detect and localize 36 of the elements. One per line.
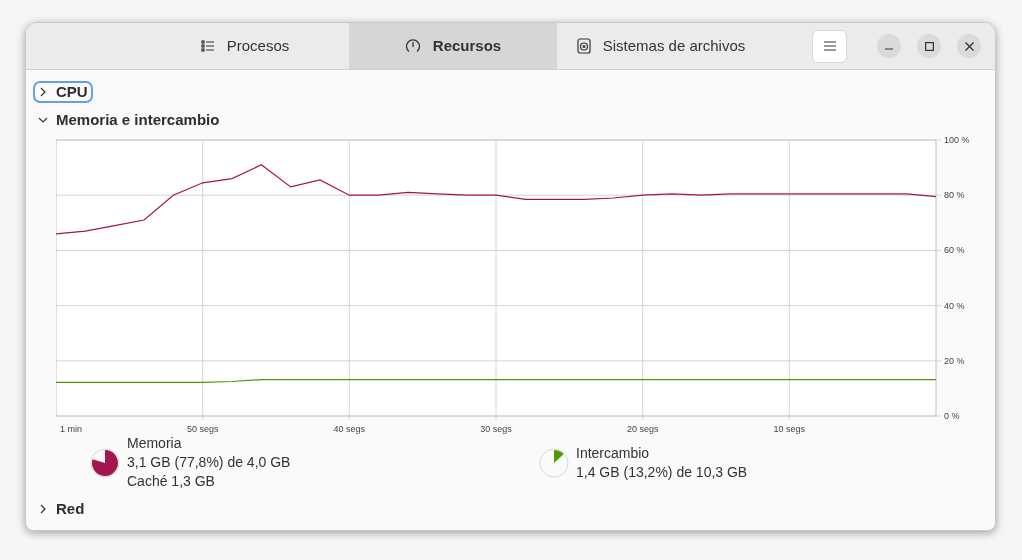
y-tick-label: 100 %	[944, 135, 970, 145]
minimize-button[interactable]	[877, 34, 901, 58]
close-button[interactable]	[957, 34, 981, 58]
section-expander[interactable]: Red	[35, 500, 88, 518]
y-tick-label: 40 %	[944, 300, 965, 311]
y-tick-label: 60 %	[944, 245, 965, 256]
maximize-button[interactable]	[917, 34, 941, 58]
x-tick-label: 20 segs	[626, 424, 659, 434]
menu-icon	[823, 41, 836, 51]
chevron-down-icon	[38, 115, 48, 125]
legend-value: 1,4 GB (13,2%) de 10,3 GB	[576, 462, 748, 482]
maximize-icon	[924, 41, 934, 51]
chevron-right-icon	[38, 504, 48, 514]
menu-button[interactable]	[812, 29, 847, 63]
view-tab[interactable]: Procesos	[141, 23, 349, 69]
legend-value: Caché 1,3 GB	[127, 472, 216, 491]
x-tick-label: 40 segs	[333, 424, 366, 434]
view-tab[interactable]: Recursos	[349, 23, 557, 69]
usage-pie-icon	[90, 447, 120, 478]
legend-value: 3,1 GB (77,8%) de 4,0 GB	[127, 453, 291, 472]
x-tick-label: 10 segs	[773, 424, 806, 434]
section-expander[interactable]: CPU	[35, 83, 91, 101]
legend-title: Intercambio	[576, 443, 651, 463]
list-icon	[200, 39, 215, 53]
usage-pie-icon	[539, 447, 569, 478]
x-tick-label: 30 segs	[480, 424, 513, 434]
legend-title: Memoria	[127, 434, 183, 453]
x-tick-label: 50 segs	[186, 424, 219, 434]
y-tick-label: 80 %	[944, 190, 965, 201]
gauge-icon	[404, 38, 421, 54]
y-tick-label: 0 %	[944, 411, 960, 421]
chevron-right-icon	[38, 87, 48, 97]
close-icon	[964, 41, 974, 51]
section-expander[interactable]: Memoria e intercambio	[35, 111, 223, 129]
y-tick-label: 20 %	[944, 355, 965, 366]
view-tab[interactable]: Sistemas de archivos	[557, 23, 765, 69]
